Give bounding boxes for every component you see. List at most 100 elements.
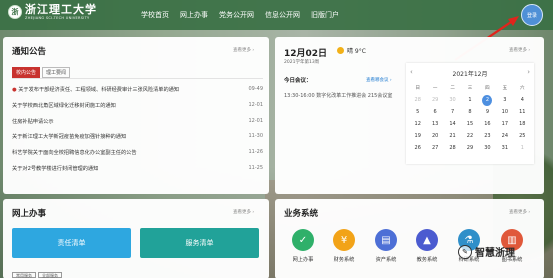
notice-list: ● 关于发布干部经济责任、工程领域、科研经费审计三张风险清单的通知 09-49 …	[12, 86, 263, 181]
weekday-label: 三	[467, 86, 473, 91]
notice-text: 关于发布干部经济责任、工程领域、科研经费审计三张风险清单的通知	[18, 87, 180, 93]
calendar-day[interactable]: 17	[496, 119, 513, 130]
notice-more-link[interactable]: 查看更多	[233, 47, 254, 53]
system-online-office[interactable]: ✓ 网上办事	[283, 229, 323, 263]
weekday-label: 五	[502, 86, 508, 91]
tab-common-services[interactable]: 常用服务	[12, 272, 36, 278]
notice-date: 12-01	[248, 101, 263, 108]
calendar-day-selected[interactable]: 2	[479, 95, 496, 106]
notice-text: 科艺学院关于面向全校招聘信息化办公室副主任的公告	[12, 150, 137, 157]
notice-date: 11-25	[248, 164, 263, 171]
service-list-button[interactable]: 服务清单	[140, 228, 259, 258]
calendar-day[interactable]: 23	[479, 131, 496, 142]
meeting-text[interactable]: 13:30-16:00 数字化改革工作推进会 215会议室	[284, 92, 398, 100]
notice-date: 12-01	[248, 117, 263, 124]
system-label: 财务系统	[333, 257, 355, 263]
calendar-day[interactable]: 24	[496, 131, 513, 142]
calendar-day[interactable]: 16	[479, 119, 496, 130]
tab-news[interactable]: 理工要闻	[42, 67, 71, 78]
calendar-day[interactable]: 12	[409, 119, 426, 130]
calendar-day[interactable]: 13	[426, 119, 443, 130]
calendar-day[interactable]: 21	[444, 131, 461, 142]
calendar-day[interactable]: 14	[444, 119, 461, 130]
responsibility-list-button[interactable]: 责任清单	[12, 228, 131, 258]
calendar-day[interactable]: 28	[444, 143, 461, 154]
calendar-day[interactable]: 3	[496, 95, 513, 106]
service-tabs: 常用服务 全部服务	[12, 272, 62, 278]
watermark-icon: ✎	[458, 244, 472, 259]
weekday-label: 日	[415, 86, 420, 91]
calendar-day[interactable]: 1	[514, 143, 531, 154]
calendar-grid: 日一二三四五六 28 29 30 1 2 3 4 5 6 7 8 9 10 11 12 13 14 15 16 17 18…	[409, 83, 531, 154]
calendar-day[interactable]: 11	[514, 107, 531, 118]
system-academic[interactable]: ▲ 教务系统	[407, 229, 447, 263]
notice-date: 09-49	[248, 86, 263, 92]
notice-text: 关于对2号教学楼进行封闭管理的通知	[12, 165, 99, 172]
system-assets[interactable]: ▤ 资产系统	[366, 229, 406, 263]
system-label: 资产系统	[375, 257, 397, 263]
button-label: 服务清单	[185, 239, 214, 247]
calendar-day[interactable]: 5	[409, 107, 426, 118]
graduation-cap-icon: ▲	[416, 229, 438, 251]
tab-campus-notice[interactable]: 校内公告	[12, 67, 41, 78]
list-item[interactable]: 关于新江理工大学新冠疫苗免疫加强针接种的通知 11-30	[12, 133, 263, 149]
weekday-label: 六	[520, 86, 525, 91]
system-finance[interactable]: ¥ 财务系统	[324, 229, 364, 263]
notice-title: 通知公告	[12, 47, 47, 57]
asset-icon: ▤	[375, 229, 397, 251]
calendar-day[interactable]: 29	[426, 95, 443, 106]
calendar-day[interactable]: 18	[514, 119, 531, 130]
calendar-day[interactable]: 22	[461, 131, 478, 142]
calendar-day[interactable]: 26	[409, 143, 426, 154]
calendar-day[interactable]: 25	[514, 131, 531, 142]
calendar-day[interactable]: 30	[444, 95, 461, 106]
system-label: 教务系统	[416, 257, 438, 263]
list-item[interactable]: 科艺学院关于面向全校招聘信息化办公室副主任的公告 11-26	[12, 149, 263, 165]
calendar-month: 2021年12月	[452, 71, 488, 78]
today-meeting-label: 今日会议：	[284, 78, 312, 84]
notice-text: 关于学校西北角区域绿化迁移封闭施工的通知	[12, 102, 116, 109]
calendar-day[interactable]: 8	[461, 107, 478, 118]
calendar-day[interactable]: 9	[479, 107, 496, 118]
calendar-day[interactable]: 20	[426, 131, 443, 142]
button-label: 责任清单	[57, 239, 86, 247]
tab-all-services[interactable]: 全部服务	[38, 272, 62, 278]
chevron-right-icon[interactable]: ›	[527, 68, 530, 76]
notice-text: 住房补贴申请公示	[12, 118, 54, 125]
calendar-day[interactable]: 7	[444, 107, 461, 118]
calendar-day[interactable]: 4	[514, 95, 531, 106]
tab-divider	[12, 78, 263, 79]
calendar-day[interactable]: 29	[461, 143, 478, 154]
weekday-label: 四	[485, 86, 490, 91]
calendar: ‹ 2021年12月 › 日一二三四五六 28 29 30 1 2 3 4 5 6 7 8 9 10 11 1…	[406, 63, 534, 164]
business-title: 业务系统	[284, 209, 319, 219]
weather: 晴 9°C	[337, 46, 366, 55]
notice-tabs: 校内公告 理工要闻	[12, 67, 71, 78]
selected-day-marker: 2	[482, 95, 493, 106]
calendar-day[interactable]: 31	[496, 143, 513, 154]
list-item[interactable]: 关于学校西北角区域绿化迁移封闭施工的通知 12-01	[12, 102, 263, 118]
calendar-day[interactable]: 27	[426, 143, 443, 154]
finance-icon: ¥	[333, 229, 355, 251]
calendar-day[interactable]: 1	[461, 95, 478, 106]
calendar-day[interactable]: 15	[461, 119, 478, 130]
calendar-day[interactable]: 28	[409, 95, 426, 106]
calendar-day[interactable]: 19	[409, 131, 426, 142]
online-more-link[interactable]: 查看更多	[233, 209, 254, 215]
calendar-day[interactable]: 6	[426, 107, 443, 118]
list-item[interactable]: 住房补贴申请公示 12-01	[12, 118, 263, 134]
meeting-link[interactable]: 查看哪会议 ›	[366, 77, 392, 83]
weekday-label: 一	[432, 86, 438, 91]
weather-text: 晴 9°C	[347, 48, 366, 55]
date-more-link[interactable]: 查看更多	[509, 47, 530, 53]
online-office-title: 网上办事	[12, 209, 47, 219]
list-item[interactable]: 关于对2号教学楼进行封闭管理的通知 11-25	[12, 165, 263, 181]
watermark-text: 智慧浙理	[475, 248, 515, 259]
calendar-day[interactable]: 10	[496, 107, 513, 118]
list-item[interactable]: ● 关于发布干部经济责任、工程领域、科研经费审计三张风险清单的通知 09-49	[12, 86, 263, 102]
current-date: 12月02日	[284, 49, 328, 59]
new-dot-icon: ●	[12, 87, 17, 93]
business-more-link[interactable]: 查看更多	[509, 209, 530, 215]
calendar-day[interactable]: 30	[479, 143, 496, 154]
check-icon: ✓	[292, 229, 314, 251]
